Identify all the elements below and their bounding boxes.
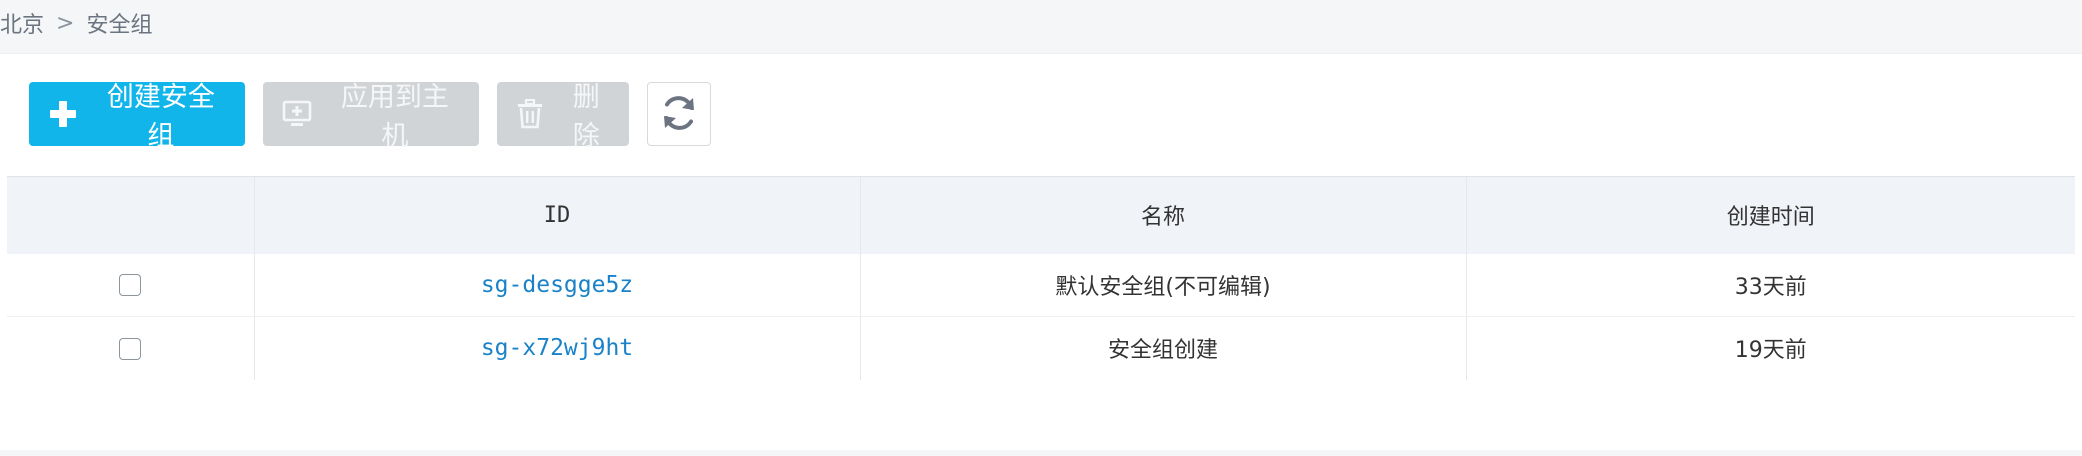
breadcrumb-region[interactable]: 北京 <box>0 7 44 39</box>
table-header-row: ID 名称 创建时间 <box>7 176 2075 254</box>
header-checkbox-cell <box>7 176 254 254</box>
apply-button-label: 应用到主机 <box>340 82 449 152</box>
breadcrumb-separator: > <box>56 10 75 36</box>
table-row: sg-x72wj9ht 安全组创建 19天前 <box>7 316 2075 380</box>
content-panel: 创建安全组 应用到主机 删除 ID 名称 创建时间 sg-desgge5z 默认… <box>0 53 2082 450</box>
header-name[interactable]: 名称 <box>859 176 1466 254</box>
row-created: 19天前 <box>1465 316 2075 380</box>
row-checkbox-cell <box>7 317 254 380</box>
monitor-icon <box>280 97 314 131</box>
header-created[interactable]: 创建时间 <box>1465 176 2075 254</box>
row-checkbox[interactable] <box>119 274 142 297</box>
delete-button-label: 删除 <box>572 82 600 152</box>
row-created: 33天前 <box>1465 253 2075 317</box>
row-name: 默认安全组(不可编辑) <box>859 253 1466 317</box>
row-checkbox-cell <box>7 253 254 317</box>
refresh-icon <box>658 92 700 137</box>
security-group-id-link[interactable]: sg-desgge5z <box>481 272 633 298</box>
breadcrumb: 北京 > 安全组 <box>0 6 152 40</box>
apply-to-host-button[interactable]: 应用到主机 <box>263 82 479 152</box>
row-name: 安全组创建 <box>859 316 1466 380</box>
create-security-group-button[interactable]: 创建安全组 <box>29 82 245 152</box>
security-group-id-link[interactable]: sg-x72wj9ht <box>481 335 633 361</box>
row-checkbox[interactable] <box>119 337 142 360</box>
refresh-button[interactable] <box>647 82 711 146</box>
toolbar: 创建安全组 应用到主机 删除 <box>29 82 711 152</box>
plus-icon <box>46 97 80 131</box>
row-id-cell: sg-x72wj9ht <box>253 316 860 380</box>
header-id[interactable]: ID <box>253 176 860 254</box>
breadcrumb-current: 安全组 <box>86 13 153 38</box>
table-row: sg-desgge5z 默认安全组(不可编辑) 33天前 <box>7 253 2075 317</box>
delete-button[interactable]: 删除 <box>497 82 629 152</box>
trash-icon <box>514 97 546 131</box>
create-button-label: 创建安全组 <box>106 82 215 152</box>
row-id-cell: sg-desgge5z <box>253 253 860 317</box>
security-group-table: ID 名称 创建时间 sg-desgge5z 默认安全组(不可编辑) 33天前 … <box>7 176 2075 380</box>
